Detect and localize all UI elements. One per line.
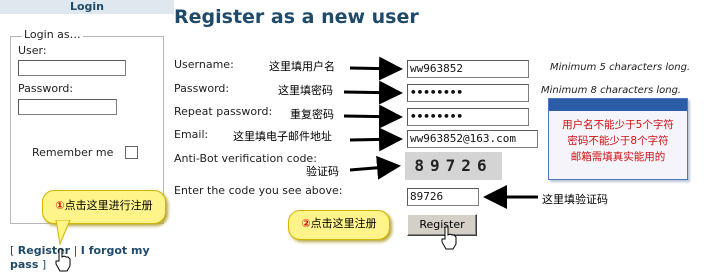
info-box-text: 用户名不能少于5个字符 密码不能少于8个字符 邮箱需填真实能用的: [549, 117, 687, 165]
info-line-2: 密码不能少于8个字符: [567, 135, 669, 147]
username-hint: Minimum 5 characters long.: [550, 62, 691, 73]
info-line-1: 用户名不能少于5个字符: [562, 119, 674, 131]
repeat-password-input[interactable]: ••••••••: [407, 108, 529, 126]
password-input[interactable]: ••••••••: [407, 84, 529, 102]
info-line-3: 邮箱需填真实能用的: [570, 151, 666, 163]
email-input[interactable]: ww963852@163.com: [407, 130, 538, 148]
callout-register-button: ②点击这里注册: [288, 210, 390, 240]
captcha-image: 89726: [405, 152, 502, 180]
captcha-code-input[interactable]: 89726: [407, 188, 479, 206]
password-hint: Minimum 8 characters long.: [541, 85, 682, 96]
callout-number-2: ②: [301, 217, 311, 230]
callout-text-2: 点击这里注册: [310, 217, 377, 230]
username-input[interactable]: ww963852: [407, 60, 529, 78]
hand-cursor-icon-2: [441, 226, 457, 250]
info-box: 用户名不能少于5个字符 密码不能少于8个字符 邮箱需填真实能用的: [548, 98, 688, 180]
info-box-header: [549, 99, 687, 111]
